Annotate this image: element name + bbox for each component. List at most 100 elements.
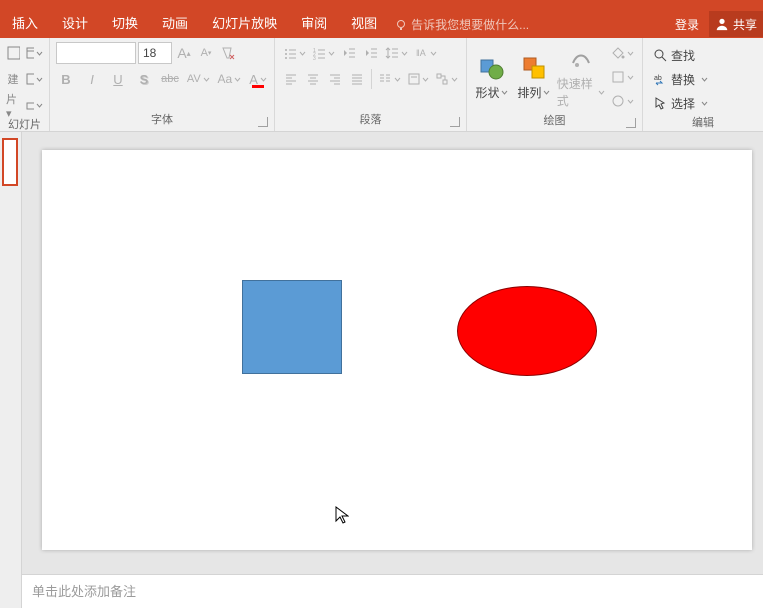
group-label-drawing-text: 绘图	[544, 115, 566, 127]
new-slide-button[interactable]	[4, 42, 22, 64]
drawing-sub-buttons	[609, 42, 636, 112]
tab-insert[interactable]: 插入	[0, 8, 50, 38]
smartart-button[interactable]	[433, 68, 460, 90]
titlebar: 登录 共享	[0, 0, 763, 12]
shapes-icon	[478, 54, 506, 82]
tab-slideshow[interactable]: 幻灯片放映	[200, 8, 289, 38]
line-spacing-button[interactable]	[383, 42, 410, 64]
font-dialog-launcher[interactable]	[258, 117, 268, 127]
quick-styles-label: 快速样式	[557, 75, 596, 109]
tab-transitions[interactable]: 切换	[100, 8, 150, 38]
shapes-label: 形状	[475, 84, 499, 101]
shape-outline-button[interactable]	[609, 66, 636, 88]
quick-styles-icon	[567, 45, 595, 73]
slide-canvas[interactable]	[42, 150, 752, 550]
group-drawing: 形状 排列 快速样式 绘图	[467, 38, 643, 131]
tell-me-search[interactable]: 告诉我您想要做什么...	[395, 16, 529, 38]
canvas-area: 单击此处添加备注	[22, 132, 763, 608]
char-spacing-label: AV	[187, 73, 201, 85]
group-label-drawing: 绘图	[473, 112, 636, 130]
group-label-editing: 编辑	[649, 114, 757, 132]
share-label: 共享	[733, 16, 757, 33]
align-center-button[interactable]	[303, 68, 323, 90]
select-label: 选择	[671, 95, 695, 112]
quick-styles-button[interactable]: 快速样式	[557, 45, 605, 109]
replace-icon: ab	[653, 72, 667, 86]
group-label-paragraph: 段落	[281, 111, 460, 129]
thumbnail-pane[interactable]	[0, 132, 22, 608]
replace-label: 替换	[671, 71, 695, 88]
font-name-combo[interactable]	[56, 42, 136, 64]
slide-from-outline-button[interactable]: 建	[4, 68, 22, 90]
increase-font-button[interactable]: A▴	[174, 42, 194, 64]
share-icon	[715, 17, 729, 31]
shape-ellipse[interactable]	[457, 286, 597, 376]
canvas-scroll[interactable]	[22, 132, 763, 574]
strikethrough-button[interactable]: abc	[160, 68, 180, 90]
align-text-button[interactable]	[405, 68, 432, 90]
paragraph-dialog-launcher[interactable]	[450, 117, 460, 127]
svg-text:3: 3	[313, 56, 316, 60]
tell-me-placeholder: 告诉我您想要做什么...	[411, 16, 529, 33]
tab-animations[interactable]: 动画	[150, 8, 200, 38]
group-label-paragraph-text: 段落	[360, 114, 382, 126]
notes-placeholder: 单击此处添加备注	[32, 584, 136, 599]
italic-button[interactable]: I	[82, 68, 102, 90]
clear-formatting-button[interactable]	[218, 42, 238, 64]
shape-effects-button[interactable]	[609, 90, 636, 112]
layout-button[interactable]	[24, 42, 45, 64]
group-font: 18 A▴ A▾ B I U S abc AV Aa A 字体	[50, 38, 275, 131]
font-color-button[interactable]: A	[248, 68, 268, 90]
section-button[interactable]: 片▾	[4, 94, 22, 116]
svg-text:ab: ab	[654, 75, 662, 82]
decrease-indent-button[interactable]	[339, 42, 359, 64]
align-left-button[interactable]	[281, 68, 301, 90]
drawing-dialog-launcher[interactable]	[626, 118, 636, 128]
group-paragraph: 123 ‖A 段落	[275, 38, 467, 131]
align-right-button[interactable]	[325, 68, 345, 90]
shadow-button[interactable]: S	[134, 68, 154, 90]
select-button[interactable]: 选择	[649, 92, 757, 114]
lightbulb-icon	[395, 19, 407, 31]
shape-rectangle[interactable]	[242, 280, 342, 374]
replace-button[interactable]: ab 替换	[649, 68, 757, 90]
separator	[371, 69, 372, 89]
login-link[interactable]: 登录	[675, 16, 699, 33]
group-label-font: 字体	[56, 111, 268, 129]
justify-button[interactable]	[347, 68, 367, 90]
group-label-font-text: 字体	[151, 114, 173, 126]
numbering-button[interactable]: 123	[310, 42, 337, 64]
bullets-button[interactable]	[281, 42, 308, 64]
bold-button[interactable]: B	[56, 68, 76, 90]
search-icon	[653, 48, 667, 62]
find-label: 查找	[671, 47, 695, 64]
arrange-label: 排列	[517, 84, 541, 101]
change-case-button[interactable]: Aa	[217, 68, 242, 90]
select-icon	[653, 96, 667, 110]
section-dropdown[interactable]	[24, 94, 45, 116]
change-case-label: Aa	[217, 72, 232, 86]
font-size-combo[interactable]: 18	[138, 42, 172, 64]
group-editing: 查找 ab 替换 选择 编辑	[643, 38, 763, 131]
share-button[interactable]: 共享	[709, 11, 763, 37]
reset-button[interactable]	[24, 68, 45, 90]
svg-text:‖A: ‖A	[416, 48, 426, 58]
ribbon: 建 片▾ 幻灯片 18 A▴ A▾ B I U S	[0, 38, 763, 132]
tab-review[interactable]: 审阅	[289, 8, 339, 38]
text-direction-button[interactable]: ‖A	[412, 42, 439, 64]
workspace: 单击此处添加备注	[0, 132, 763, 608]
find-button[interactable]: 查找	[649, 44, 757, 66]
tab-design[interactable]: 设计	[50, 8, 100, 38]
arrange-icon	[520, 54, 548, 82]
columns-button[interactable]	[376, 68, 403, 90]
shapes-button[interactable]: 形状	[473, 54, 511, 101]
arrange-button[interactable]: 排列	[515, 54, 553, 101]
increase-indent-button[interactable]	[361, 42, 381, 64]
shape-fill-button[interactable]	[609, 42, 636, 64]
underline-button[interactable]: U	[108, 68, 128, 90]
char-spacing-button[interactable]: AV	[186, 68, 211, 90]
notes-pane[interactable]: 单击此处添加备注	[22, 574, 763, 608]
decrease-font-button[interactable]: A▾	[196, 42, 216, 64]
slide-thumbnail-1[interactable]	[2, 138, 18, 186]
tab-view[interactable]: 视图	[339, 8, 389, 38]
